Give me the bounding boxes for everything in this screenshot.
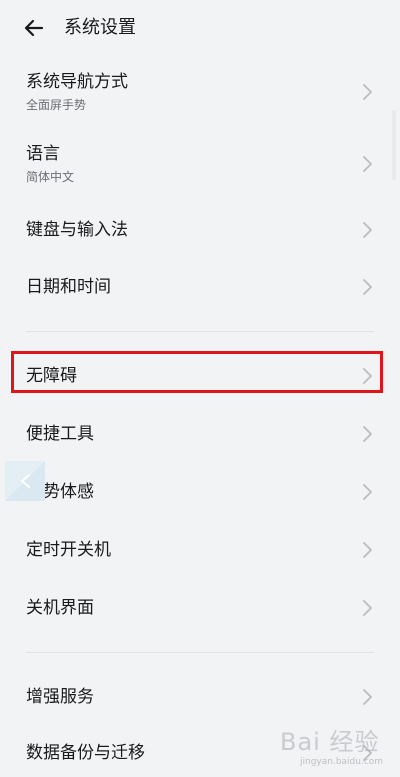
chevron-right-icon (360, 424, 374, 444)
menu-item-label: 增强服务 (26, 687, 94, 707)
chevron-right-icon (360, 277, 374, 297)
menu-item-scheduled-power[interactable]: 定时开关机 (0, 530, 400, 570)
menu-item-label: 数据备份与迁移 (26, 743, 145, 763)
menu-item-accessibility[interactable]: 无障碍 (0, 356, 400, 396)
menu-item-label: 便捷工具 (26, 424, 94, 444)
menu-item-sublabel: 全面屏手势 (26, 98, 87, 112)
back-button[interactable] (20, 14, 48, 42)
chevron-left-icon (5, 461, 45, 501)
chevron-right-icon (360, 687, 374, 707)
chevron-right-icon (360, 540, 374, 560)
menu-item-label: 关机界面 (26, 598, 94, 618)
menu-item-label: 键盘与输入法 (26, 220, 128, 240)
menu-item-shutdown-screen[interactable]: 关机界面 (0, 588, 400, 628)
menu-item-sublabel: 简体中文 (26, 170, 75, 184)
menu-item-label: 系统导航方式 (26, 72, 128, 92)
chevron-right-icon (360, 482, 374, 502)
watermark: Bai 经验 (280, 728, 380, 756)
chevron-right-icon (360, 82, 374, 102)
watermark-url: jingyan.baidu.com (300, 757, 384, 767)
menu-item-gesture-motion[interactable]: 手势体感 (0, 472, 400, 512)
chevron-right-icon (360, 598, 374, 618)
menu-item-convenient-tools[interactable]: 便捷工具 (0, 414, 400, 454)
menu-item-label: 无障碍 (26, 366, 77, 386)
section-divider (26, 652, 374, 653)
section-divider (26, 331, 374, 332)
menu-item-label: 定时开关机 (26, 540, 111, 560)
chevron-right-icon (360, 154, 374, 174)
menu-item-language[interactable]: 语言 简体中文 (0, 136, 400, 192)
menu-item-label: 日期和时间 (26, 277, 111, 297)
floating-back-tab[interactable] (5, 461, 45, 501)
chevron-right-icon (360, 366, 374, 386)
arrow-left-icon (24, 19, 44, 37)
menu-item-label: 语言 (26, 144, 60, 164)
menu-item-keyboard-input[interactable]: 键盘与输入法 (0, 210, 400, 250)
header-bar: 系统设置 (0, 0, 400, 56)
menu-item-date-time[interactable]: 日期和时间 (0, 267, 400, 307)
menu-item-system-navigation[interactable]: 系统导航方式 全面屏手势 (0, 64, 400, 120)
page-title: 系统设置 (64, 17, 136, 38)
menu-item-enhanced-services[interactable]: 增强服务 (0, 677, 400, 717)
chevron-right-icon (360, 220, 374, 240)
